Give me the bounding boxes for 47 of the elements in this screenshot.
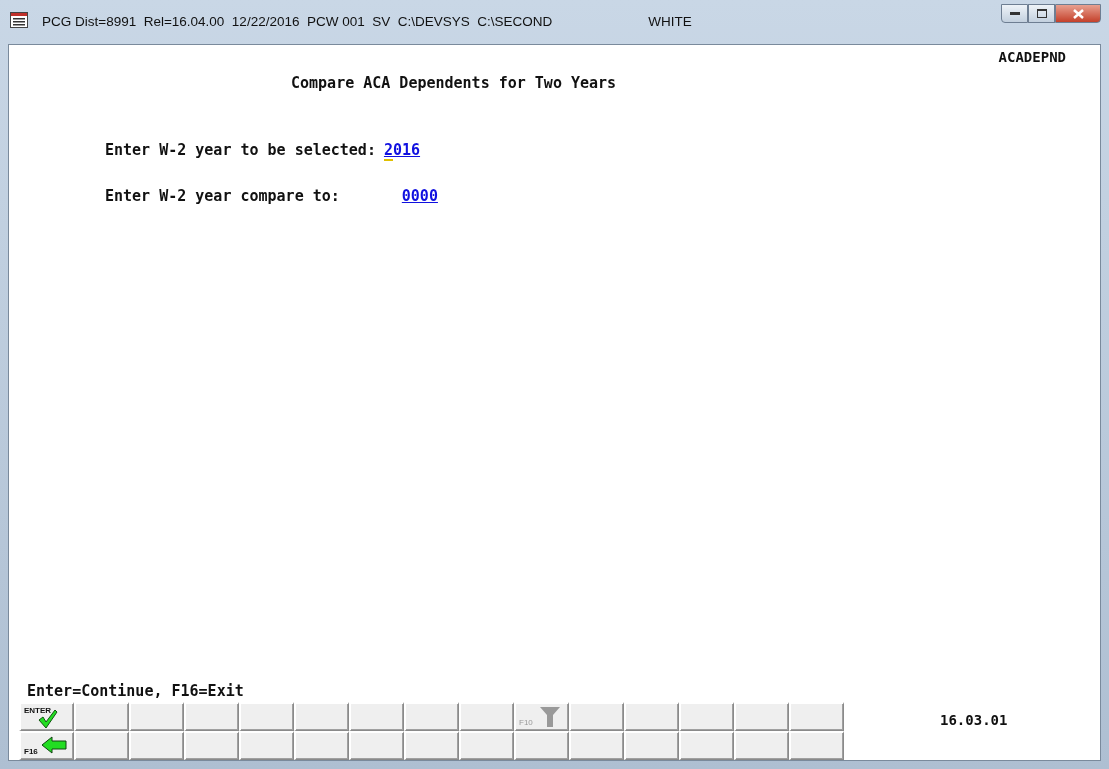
function-key-button[interactable] [789, 702, 844, 731]
key-hint: Enter=Continue, F16=Exit [27, 680, 245, 702]
function-key-button[interactable] [129, 702, 184, 731]
year-input-field[interactable]: 2016 [383, 138, 421, 161]
function-key-button[interactable] [624, 731, 679, 760]
function-key-button[interactable] [734, 702, 789, 731]
function-key-button[interactable] [74, 702, 129, 731]
function-key-button[interactable] [624, 702, 679, 731]
minimize-button[interactable] [1001, 4, 1028, 23]
function-key-button[interactable] [129, 731, 184, 760]
function-key-button[interactable] [459, 731, 514, 760]
left-arrow-icon [41, 736, 67, 754]
function-key-button[interactable] [239, 731, 294, 760]
function-key-button[interactable] [789, 731, 844, 760]
screen-id: ACADEPND [998, 48, 1066, 67]
function-key-button[interactable] [569, 731, 624, 760]
function-key-button[interactable] [349, 702, 404, 731]
function-key-button[interactable] [184, 702, 239, 731]
function-key-button[interactable] [74, 731, 129, 760]
exit-key-button[interactable]: F16 [19, 731, 74, 760]
function-key-button[interactable] [349, 731, 404, 760]
function-key-button[interactable] [294, 731, 349, 760]
user-name: WHITE [648, 13, 692, 31]
function-key-button[interactable] [679, 702, 734, 731]
screen-heading: Compare ACA Dependents for Two Years [291, 73, 618, 94]
minimize-icon [1009, 12, 1020, 15]
function-key-button[interactable] [294, 702, 349, 731]
function-key-button[interactable] [184, 731, 239, 760]
function-key-button[interactable] [459, 702, 514, 731]
version-number: 16.03.01 [940, 711, 1008, 730]
close-button[interactable] [1055, 4, 1101, 23]
filter-icon [540, 707, 560, 727]
maximize-icon [1036, 9, 1047, 18]
function-key-button[interactable] [514, 731, 569, 760]
function-key-button[interactable] [404, 702, 459, 731]
window-title: PCG Dist=8991 Rel=16.04.00 12/22/2016 PCW 001 SV C:\DEVSYS C:\SECOND [42, 13, 553, 31]
field-label: Enter W-2 year to be selected: [105, 139, 376, 161]
enter-key-button[interactable]: ENTER [19, 702, 74, 731]
function-key-button[interactable] [404, 731, 459, 760]
function-key-button[interactable] [239, 702, 294, 731]
function-key-button[interactable] [679, 731, 734, 760]
year-input-field[interactable]: 0000 [401, 185, 438, 208]
function-key-button[interactable] [734, 731, 789, 760]
maximize-button[interactable] [1028, 4, 1055, 23]
field-label: Enter W-2 year compare to: [105, 186, 340, 207]
close-icon [1072, 8, 1084, 19]
function-key-button[interactable] [569, 702, 624, 731]
